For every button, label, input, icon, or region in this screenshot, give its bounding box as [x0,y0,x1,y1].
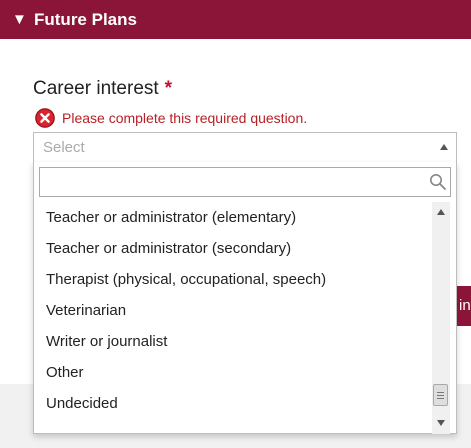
scroll-down-arrow-icon[interactable] [437,420,445,426]
option-item[interactable]: Veterinarian [34,295,432,326]
required-marker: * [164,78,173,99]
option-item[interactable]: Teacher or administrator (secondary) [34,233,432,264]
next-button[interactable]: in [457,286,471,326]
scroll-up-arrow-icon[interactable] [437,209,445,215]
error-message: Please complete this required question. [62,110,308,126]
option-item[interactable]: Teacher or administrator (elementary) [34,202,432,233]
chevron-up-icon[interactable] [440,144,448,150]
section-title: Future Plans [34,10,137,29]
section-header[interactable]: ▼ Future Plans [0,0,471,39]
question-label-text: Career interest [33,78,159,99]
option-item[interactable]: Therapist (physical, occupational, speec… [34,264,432,295]
option-item[interactable]: Undecided [34,388,432,419]
dropdown-scrollbar[interactable] [432,202,450,434]
grip-line [437,395,444,396]
error-icon [35,108,55,128]
search-icon [430,174,446,190]
options-list: Teacher or administrator (elementary) Te… [34,202,432,419]
select-dropdown: Teacher or administrator (elementary) Te… [33,162,457,434]
select-placeholder: Select [43,139,85,156]
collapse-toggle-icon[interactable]: ▼ [12,10,27,29]
career-select[interactable]: Select [33,132,457,163]
option-item[interactable]: Other [34,357,432,388]
question-label: Career interest * [33,77,172,101]
search-input[interactable] [39,167,451,197]
option-item[interactable]: Writer or journalist [34,326,432,357]
grip-line [437,398,444,399]
scrollbar-thumb[interactable] [433,384,448,406]
grip-line [437,392,444,393]
